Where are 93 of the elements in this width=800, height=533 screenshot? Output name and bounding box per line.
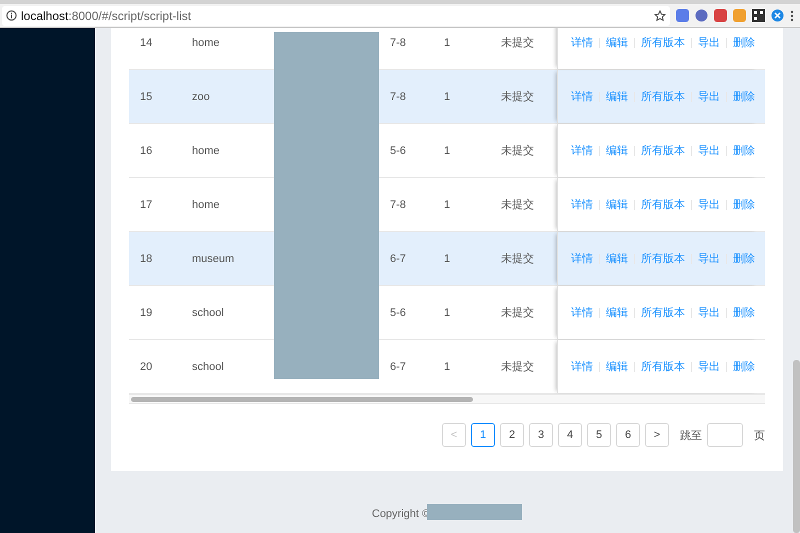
table-cell-text: 7-8 bbox=[389, 36, 407, 48]
action-link[interactable]: 删除 bbox=[733, 197, 755, 212]
previous-page-button[interactable]: < bbox=[442, 423, 466, 447]
table-cell-text: home bbox=[191, 144, 221, 156]
action-link[interactable]: 编辑 bbox=[606, 359, 628, 374]
table-cell-text: 未提交 bbox=[500, 360, 535, 374]
table-cell-text: museum bbox=[191, 252, 236, 264]
table-cell-text: 18 bbox=[139, 252, 154, 264]
extension-icon[interactable] bbox=[771, 9, 784, 22]
action-link[interactable]: 删除 bbox=[733, 143, 755, 158]
action-link[interactable]: 详情 bbox=[571, 35, 593, 50]
table-cell-text: 7-8 bbox=[389, 198, 407, 210]
action-link[interactable]: 编辑 bbox=[606, 305, 628, 320]
table-cell-text: 1 bbox=[443, 360, 452, 372]
action-link[interactable]: 所有版本 bbox=[641, 359, 685, 374]
table-cell-text: 1 bbox=[443, 144, 452, 156]
table-cell-text: 19 bbox=[139, 306, 154, 318]
table-cell-text: home bbox=[191, 36, 221, 48]
action-link[interactable]: 编辑 bbox=[606, 89, 628, 104]
table-cell-text: 未提交 bbox=[500, 306, 535, 320]
action-link[interactable]: 导出 bbox=[698, 143, 720, 158]
table-cell-text: 6-7 bbox=[389, 252, 407, 264]
action-link[interactable]: 所有版本 bbox=[641, 89, 685, 104]
info-icon bbox=[6, 10, 17, 21]
action-link[interactable]: 编辑 bbox=[606, 197, 628, 212]
extension-icon[interactable] bbox=[733, 9, 746, 22]
table-cell-text: 15 bbox=[139, 90, 154, 102]
action-link[interactable]: 删除 bbox=[733, 305, 755, 320]
action-link[interactable]: 导出 bbox=[698, 251, 720, 266]
jump-label: 跳至 bbox=[680, 428, 702, 442]
action-link[interactable]: 编辑 bbox=[606, 251, 628, 266]
extension-icon[interactable] bbox=[714, 9, 727, 22]
table-cell-text: 1 bbox=[443, 36, 452, 48]
table-cell-text: 未提交 bbox=[500, 36, 535, 50]
action-link[interactable]: 导出 bbox=[698, 197, 720, 212]
table-cell-text: 1 bbox=[443, 306, 452, 318]
table-cell-text: 16 bbox=[139, 144, 154, 156]
action-link[interactable]: 详情 bbox=[571, 305, 593, 320]
action-link[interactable]: 所有版本 bbox=[641, 35, 685, 50]
action-link[interactable]: 删除 bbox=[733, 35, 755, 50]
action-link[interactable]: 导出 bbox=[698, 35, 720, 50]
extension-icon[interactable] bbox=[695, 9, 708, 22]
action-link[interactable]: 删除 bbox=[733, 89, 755, 104]
table-cell-text: 未提交 bbox=[500, 198, 535, 212]
page-suffix: 页 bbox=[754, 428, 765, 442]
star-icon[interactable] bbox=[654, 10, 666, 22]
table-cell-text: 17 bbox=[139, 198, 154, 210]
page-button[interactable]: 5 bbox=[587, 423, 611, 447]
action-link[interactable]: 删除 bbox=[733, 251, 755, 266]
table-cell-text: 1 bbox=[443, 198, 452, 210]
action-link[interactable]: 详情 bbox=[571, 143, 593, 158]
action-link[interactable]: 编辑 bbox=[606, 143, 628, 158]
action-link[interactable]: 导出 bbox=[698, 305, 720, 320]
table-cell-text: 20 bbox=[139, 360, 154, 372]
action-link[interactable]: 编辑 bbox=[606, 35, 628, 50]
action-link[interactable]: 所有版本 bbox=[641, 143, 685, 158]
action-link[interactable]: 详情 bbox=[571, 251, 593, 266]
scrollbar-thumb[interactable] bbox=[793, 360, 800, 533]
action-link[interactable]: 详情 bbox=[571, 197, 593, 212]
page-button[interactable]: 1 bbox=[471, 423, 495, 447]
table-cell-text: 1 bbox=[443, 252, 452, 264]
table-cell-text: 14 bbox=[139, 36, 154, 48]
page-button[interactable]: 6 bbox=[616, 423, 640, 447]
page-button[interactable]: 2 bbox=[500, 423, 524, 447]
action-link[interactable]: 导出 bbox=[698, 89, 720, 104]
table-cell-text: 未提交 bbox=[500, 90, 535, 104]
table-cell-text: 未提交 bbox=[500, 252, 535, 266]
action-link[interactable]: 所有版本 bbox=[641, 305, 685, 320]
table-cell-text: 5-6 bbox=[389, 306, 407, 318]
action-link[interactable]: 导出 bbox=[698, 359, 720, 374]
table-cell-text: 7-8 bbox=[389, 90, 407, 102]
action-link[interactable]: 所有版本 bbox=[641, 197, 685, 212]
page-button[interactable]: 4 bbox=[558, 423, 582, 447]
next-page-button[interactable]: > bbox=[645, 423, 669, 447]
table-cell-text: 未提交 bbox=[500, 144, 535, 158]
menu-icon[interactable] bbox=[790, 10, 794, 22]
qr-code-icon[interactable] bbox=[752, 9, 765, 22]
page-input[interactable] bbox=[707, 423, 743, 447]
action-link[interactable]: 详情 bbox=[571, 359, 593, 374]
table-cell-text: school bbox=[191, 306, 225, 318]
table-cell-text: zoo bbox=[191, 90, 211, 102]
table-cell-text: 1 bbox=[443, 90, 452, 102]
page-button[interactable]: 3 bbox=[529, 423, 553, 447]
action-link[interactable]: 删除 bbox=[733, 359, 755, 374]
address-bar-url[interactable]: localhost:8000/#/script/script-list bbox=[21, 8, 192, 22]
action-link[interactable]: 所有版本 bbox=[641, 251, 685, 266]
table-cell-text: home bbox=[191, 198, 221, 210]
table-cell-text: 6-7 bbox=[389, 360, 407, 372]
table-cell-text: 5-6 bbox=[389, 144, 407, 156]
scrollbar-thumb[interactable] bbox=[131, 397, 473, 402]
action-link[interactable]: 详情 bbox=[571, 89, 593, 104]
table-cell-text: school bbox=[191, 360, 225, 372]
extension-icon[interactable] bbox=[676, 9, 689, 22]
